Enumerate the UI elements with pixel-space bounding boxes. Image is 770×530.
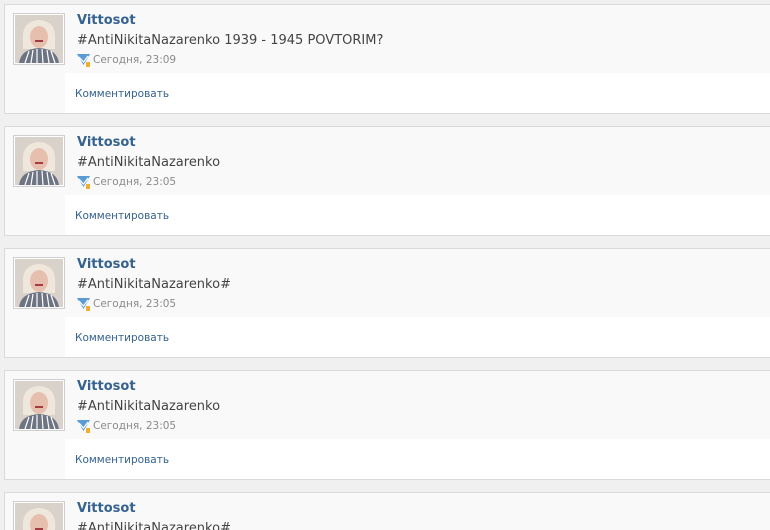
mobile-check-icon: [77, 419, 90, 433]
comment-area: Комментировать: [65, 317, 770, 357]
post-text: #AntiNikitaNazarenko#: [77, 277, 231, 292]
post: Vittosot #AntiNikitaNazarenko# Сегодня, …: [4, 248, 770, 358]
author-name[interactable]: Vittosot: [77, 135, 136, 150]
avatar-photo: [15, 137, 63, 185]
post-meta: Сегодня, 23:05: [77, 297, 176, 311]
comment-area: Комментировать: [65, 439, 770, 479]
comment-area: Комментировать: [65, 73, 770, 113]
post-text: #AntiNikitaNazarenko#: [77, 521, 231, 530]
post-text: #AntiNikitaNazarenko: [77, 399, 221, 414]
avatar-photo: [15, 503, 63, 530]
post-text: #AntiNikitaNazarenko: [77, 155, 221, 170]
post-meta: Сегодня, 23:05: [77, 419, 176, 433]
avatar-photo: [15, 381, 63, 429]
author-name[interactable]: Vittosot: [77, 501, 136, 516]
post-text: #AntiNikitaNazarenko 1939 - 1945 POVTORI…: [77, 33, 384, 48]
avatar-photo: [15, 259, 63, 307]
mobile-check-icon: [77, 297, 90, 311]
comment-area: Комментировать: [65, 195, 770, 235]
comment-link[interactable]: Комментировать: [75, 332, 169, 344]
mobile-check-icon: [77, 175, 90, 189]
author-name[interactable]: Vittosot: [77, 257, 136, 272]
post: Vittosot #AntiNikitaNazarenko Сегодня, 2…: [4, 126, 770, 236]
author-name[interactable]: Vittosot: [77, 379, 136, 394]
avatar[interactable]: [13, 257, 65, 309]
comment-link[interactable]: Комментировать: [75, 88, 169, 100]
avatar[interactable]: [13, 501, 65, 530]
mobile-check-icon: [77, 53, 90, 67]
feed: Vittosot #AntiNikitaNazarenko 1939 - 194…: [0, 0, 770, 530]
post-meta: Сегодня, 23:09: [77, 53, 176, 67]
post: Vittosot #AntiNikitaNazarenko 1939 - 194…: [4, 4, 770, 114]
post: Vittosot #AntiNikitaNazarenko Сегодня, 2…: [4, 370, 770, 480]
comment-link[interactable]: Комментировать: [75, 210, 169, 222]
avatar[interactable]: [13, 379, 65, 431]
post: Vittosot #AntiNikitaNazarenko#: [4, 492, 770, 530]
avatar[interactable]: [13, 13, 65, 65]
avatar[interactable]: [13, 135, 65, 187]
author-name[interactable]: Vittosot: [77, 13, 136, 28]
avatar-photo: [15, 15, 63, 63]
post-time: Сегодня, 23:05: [93, 298, 177, 310]
post-meta: Сегодня, 23:05: [77, 175, 176, 189]
post-time: Сегодня, 23:05: [93, 176, 177, 188]
post-time: Сегодня, 23:09: [93, 54, 177, 66]
post-time: Сегодня, 23:05: [93, 420, 177, 432]
comment-link[interactable]: Комментировать: [75, 454, 169, 466]
